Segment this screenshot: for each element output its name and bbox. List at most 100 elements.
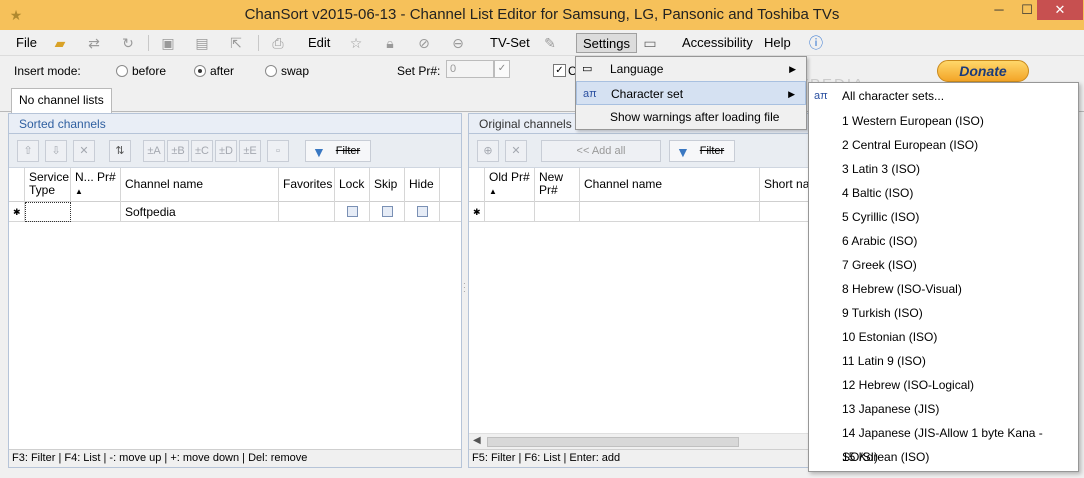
menu-item-charset[interactable]: 14 Japanese (JIS-Allow 1 byte Kana - SO/… — [809, 421, 1078, 464]
set-pr-apply-button[interactable]: ✓ — [494, 60, 510, 78]
col-service-type[interactable]: Service Type — [25, 168, 71, 202]
cell-favorites[interactable] — [279, 202, 335, 222]
menu-tvset[interactable]: TV-Set — [484, 33, 536, 53]
filter-button[interactable]: ▼ Filter — [669, 140, 735, 162]
sort-ascending-icon: ▲ — [75, 187, 83, 196]
menu-item-character-set[interactable]: aπ Character set ▶ — [576, 81, 806, 105]
col-favorites[interactable]: Favorites — [279, 168, 335, 202]
set-pr-input[interactable] — [446, 60, 494, 78]
menu-accessibility[interactable]: Accessibility — [676, 33, 759, 53]
menu-item-charset[interactable]: 4 Baltic (ISO) — [809, 181, 1078, 205]
cell-skip[interactable] — [370, 202, 405, 222]
menu-item-charset[interactable]: 1 Western European (ISO) — [809, 109, 1078, 133]
refresh-icon[interactable]: ↻ — [118, 34, 138, 52]
close-button[interactable]: ✕ — [1037, 0, 1083, 20]
filter-button[interactable]: ▼ Filter — [305, 140, 371, 162]
menu-file[interactable]: File — [10, 33, 43, 53]
cell-old-pr[interactable] — [485, 202, 535, 222]
lock-icon[interactable]: ▫ — [267, 140, 289, 162]
remove-icon[interactable]: ✕ — [73, 140, 95, 162]
radio-swap[interactable] — [265, 65, 277, 77]
fav-e-button[interactable]: ±E — [239, 140, 261, 162]
col-lock[interactable]: Lock — [335, 168, 370, 202]
fav-b-button[interactable]: ±B — [167, 140, 189, 162]
save-icon[interactable]: ▣ — [158, 34, 178, 52]
menu-edit[interactable]: Edit — [302, 33, 336, 53]
splitter-handle[interactable]: · · · — [463, 280, 467, 296]
cell-channel-name[interactable]: Softpedia — [121, 202, 279, 222]
col-channel-name[interactable]: Channel name — [580, 168, 760, 202]
menu-item-charset[interactable]: 11 Latin 9 (ISO) — [809, 349, 1078, 373]
menu-item-charset[interactable]: 12 Hebrew (ISO-Logical) — [809, 373, 1078, 397]
panel-title: Sorted channels — [9, 114, 461, 134]
menu-settings[interactable]: Settings — [576, 33, 637, 53]
menu-item-charset[interactable]: 15 Korean (ISO) — [809, 445, 1078, 469]
menu-item-language[interactable]: ▭ Language ▶ — [576, 57, 806, 81]
new-row-icon: ✱ — [9, 202, 25, 222]
menu-help[interactable]: Help — [758, 33, 797, 53]
title-bar: ★ ChanSort v2015-06-13 - Channel List Ed… — [0, 0, 1084, 30]
menu-item-charset[interactable]: 2 Central European (ISO) — [809, 133, 1078, 157]
col-channel-name[interactable]: Channel name — [121, 168, 279, 202]
hide-icon[interactable]: ⊖ — [448, 34, 468, 52]
cell-new-pr[interactable] — [71, 202, 121, 222]
fav-a-button[interactable]: ±A — [143, 140, 165, 162]
help-icon[interactable]: ⓘ — [806, 34, 826, 52]
minimize-button[interactable]: ─ — [985, 0, 1013, 20]
lock-icon[interactable]: 🔒︎ — [380, 34, 400, 52]
col-new-pr-label: N... Pr# — [75, 170, 116, 184]
col-new-pr[interactable]: N... Pr# ▲ — [71, 168, 121, 202]
cell-service-type[interactable] — [25, 202, 71, 222]
sort-icon[interactable]: ⇅ — [109, 140, 131, 162]
col-old-pr-label: Old Pr# — [489, 170, 530, 184]
cell-channel-name[interactable] — [580, 202, 760, 222]
star-icon[interactable]: ☆ — [346, 34, 366, 52]
scrollbar-thumb[interactable] — [487, 437, 739, 447]
remove-icon[interactable]: ✕ — [505, 140, 527, 162]
add-all-button[interactable]: << Add all — [541, 140, 661, 162]
move-up-icon[interactable]: ⇧ — [17, 140, 39, 162]
col-hide[interactable]: Hide — [405, 168, 440, 202]
skip-checkbox[interactable] — [381, 206, 393, 217]
move-down-icon[interactable]: ⇩ — [45, 140, 67, 162]
sort-ascending-icon: ▲ — [489, 187, 497, 196]
grid-header: Service Type N... Pr# ▲ Channel name Fav… — [9, 168, 461, 202]
menu-item-charset[interactable]: 10 Estonian (ISO) — [809, 325, 1078, 349]
menu-item-charset[interactable]: 13 Japanese (JIS) — [809, 397, 1078, 421]
folder-open-icon[interactable]: ▰ — [50, 34, 70, 52]
cell-new-pr[interactable] — [535, 202, 580, 222]
fav-d-button[interactable]: ±D — [215, 140, 237, 162]
tab-no-channel-lists[interactable]: No channel lists — [11, 88, 112, 113]
col-skip[interactable]: Skip — [370, 168, 405, 202]
speech-bubble-icon[interactable]: ▭ — [640, 34, 660, 52]
donate-button[interactable]: Donate — [937, 60, 1029, 82]
scroll-left-icon[interactable]: ◀ — [473, 435, 481, 446]
hide-checkbox[interactable] — [416, 206, 428, 217]
menu-item-show-warnings[interactable]: Show warnings after loading file — [576, 105, 806, 129]
col-old-pr[interactable]: Old Pr# ▲ — [485, 168, 535, 202]
menu-item-charset[interactable]: 6 Arabic (ISO) — [809, 229, 1078, 253]
skip-icon[interactable]: ⊘ — [414, 34, 434, 52]
add-icon[interactable]: ⊕ — [477, 140, 499, 162]
export-icon[interactable]: ⇱ — [226, 34, 246, 52]
menu-item-charset[interactable]: 9 Turkish (ISO) — [809, 301, 1078, 325]
menu-item-charset[interactable]: 5 Cyrillic (ISO) — [809, 205, 1078, 229]
radio-after[interactable] — [194, 65, 206, 77]
wrench-icon[interactable]: ✎ — [540, 34, 560, 52]
menu-item-all-charsets[interactable]: aπ All character sets... — [809, 83, 1078, 109]
cell-lock[interactable] — [335, 202, 370, 222]
reload-icon[interactable]: ⇄ — [84, 34, 104, 52]
col-new-pr[interactable]: New Pr# — [535, 168, 580, 202]
table-row[interactable]: ✱ Softpedia — [9, 202, 461, 222]
fav-c-button[interactable]: ±C — [191, 140, 213, 162]
after-label: after — [210, 64, 235, 78]
menu-item-charset[interactable]: 7 Greek (ISO) — [809, 253, 1078, 277]
check-c[interactable]: ✓ — [553, 64, 566, 77]
menu-item-charset[interactable]: 3 Latin 3 (ISO) — [809, 157, 1078, 181]
menu-item-charset[interactable]: 8 Hebrew (ISO-Visual) — [809, 277, 1078, 301]
radio-before[interactable] — [116, 65, 128, 77]
printer-icon[interactable]: ⎙ — [268, 34, 288, 52]
save-as-icon[interactable]: ▤ — [192, 34, 212, 52]
lock-checkbox[interactable] — [346, 206, 358, 217]
cell-hide[interactable] — [405, 202, 440, 222]
